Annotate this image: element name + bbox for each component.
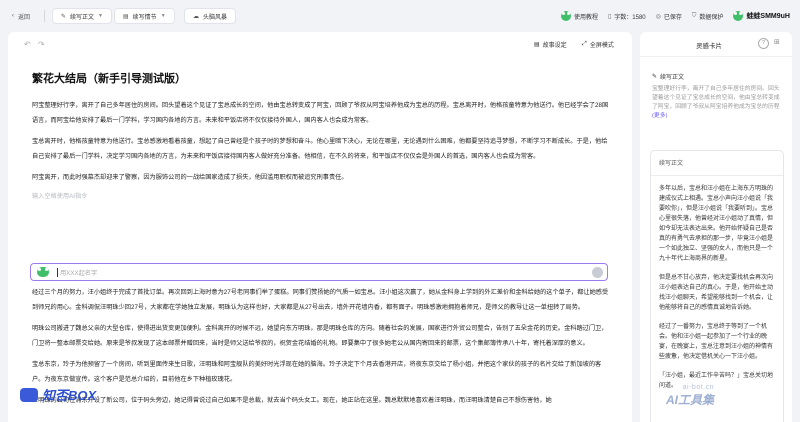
chevron-left-icon: ‹ xyxy=(12,13,14,19)
card-paragraph: 多年以后，宝总和汪小姐在上海东方明珠的建成仪式上相遇。宝总小声向汪小姐说「我要吹… xyxy=(659,186,774,262)
card-heading: ✎ 续写正文 xyxy=(652,72,784,81)
tutorial-link[interactable]: 使用教程 xyxy=(560,11,598,21)
panel-header: 灵感卡片 ? ⊞ xyxy=(640,32,792,56)
top-right-toolbar: 使用教程 ▯ 字数：1580 ◎ 已保存 ⛉ 数据保护 蛙蛙SMM9uH xyxy=(560,0,800,32)
document-title[interactable]: 繁花大结局（新手引导测试版） xyxy=(32,70,612,86)
help-icon[interactable]: ? xyxy=(758,38,769,49)
paragraph[interactable]: 经过三个月的努力，汪小姐终于完成了首批订单。再次回到上海时意为27号老同事们举了… xyxy=(32,285,612,315)
brainstorm-button[interactable]: ☁ 头脑风暴 xyxy=(184,8,237,24)
inspiration-panel: 灵感卡片 ? ⊞ ✎ 续写正文 宝整理好行李，离开了自己多年居住的房间。回头望着… xyxy=(640,32,792,422)
fullscreen-label: 全屏模式 xyxy=(589,43,614,49)
pen-icon: ✎ xyxy=(652,74,658,80)
ai-command-hint[interactable]: 输入空格使用AI指令 xyxy=(32,191,612,200)
save-status-label: 已保存 xyxy=(663,14,682,21)
more-link[interactable]: (更多) xyxy=(652,113,667,119)
box-logo-icon xyxy=(20,387,38,402)
watermark-right: ai-bot.cn AI工具集 xyxy=(666,384,714,408)
send-icon[interactable] xyxy=(592,267,603,278)
book-icon: ▤ xyxy=(123,13,129,20)
settings-doc-icon: ▤ xyxy=(534,42,540,48)
fullscreen-icon: ⤢ xyxy=(582,41,587,47)
editor-panel: ↶ ↷ ▤ 故事设定 ⤢ 全屏模式 繁花大结局（新手引导测试版） 阿宝整理好行李… xyxy=(8,32,632,422)
card-heading: 续写正文 xyxy=(659,161,684,167)
document-body[interactable]: 繁花大结局（新手引导测试版） 阿宝整理好行李，离开了自己多年居住的房间。回头望着… xyxy=(32,70,612,202)
watermark-left: 知否BOX xyxy=(20,385,96,404)
back-label: 返回 xyxy=(18,14,31,21)
mode-select[interactable]: ✎ 续写正文 ▼ xyxy=(52,8,112,24)
divider xyxy=(640,56,792,57)
avatar xyxy=(733,11,744,21)
word-count-label: 字数：1580 xyxy=(614,14,646,21)
inspiration-card[interactable]: ✎ 续写正文 宝整理好行李，离开了自己多年居住的房间。回头望着这个见证了宝总成长… xyxy=(652,72,784,121)
story-settings-label: 故事设定 xyxy=(542,43,567,49)
fullscreen-button[interactable]: ⤢ 全屏模式 xyxy=(582,40,614,49)
user-menu[interactable]: 蛙蛙SMM9uH xyxy=(733,11,800,21)
ai-command-placeholder: 用XXX起名字 xyxy=(57,267,97,277)
story-settings-button[interactable]: ▤ 故事设定 xyxy=(534,40,567,49)
word-count: ▯ 字数：1580 xyxy=(608,12,646,21)
watermark-left-text: 知否BOX xyxy=(42,388,97,403)
paragraph[interactable]: 明珠公司搬进了魏总父亲的大型仓库，使得进出货变更加便利。金科离开的时候不远，她望… xyxy=(32,321,612,351)
paragraph[interactable]: 阿宝整理好行李，离开了自己多年居住的房间。回头望着这个见证了宝总成长的空间，他由… xyxy=(32,98,612,128)
watermark-right-big: AI工具集 xyxy=(666,393,715,407)
grid-icon[interactable]: ⊞ xyxy=(774,38,780,46)
save-status: ◎ 已保存 xyxy=(656,12,682,21)
card-text: 宝整理好行李，离开了自己多年居住的房间。回头望着这个见证了宝总成长的空间，他由宝… xyxy=(652,85,784,121)
username: 蛙蛙SMM9uH xyxy=(746,13,790,20)
undo-icon[interactable]: ↶ xyxy=(24,40,31,49)
watermark-right-small: ai-bot.cn xyxy=(682,384,715,391)
redo-icon[interactable]: ↷ xyxy=(38,40,45,49)
paragraph[interactable]: 汪明珠的公司在浦东开设了新公司，位于码头旁边，她记得曾说过自己如果不是总裁，就去… xyxy=(32,393,612,408)
check-circle-icon: ◎ xyxy=(655,13,661,20)
tutorial-label: 使用教程 xyxy=(573,14,598,21)
card-text-body: 宝整理好行李，离开了自己多年居住的房间。回头望着这个见证了宝总成长的空间，他由宝… xyxy=(652,86,780,110)
brainstorm-label: 头脑风暴 xyxy=(203,14,228,21)
divider xyxy=(651,175,783,176)
panel-title: 灵感卡片 xyxy=(696,43,722,50)
mode-label: 续写正文 xyxy=(70,14,95,21)
frog-icon xyxy=(37,267,49,277)
chevron-down-icon: ▼ xyxy=(98,13,103,19)
plot-label: 续写情节 xyxy=(132,14,157,21)
privacy-label: 数据保护 xyxy=(699,14,724,21)
plot-select[interactable]: ▤ 续写情节 ▼ xyxy=(114,8,175,24)
card-heading-label: 续写正文 xyxy=(660,75,685,81)
frog-icon xyxy=(560,11,571,21)
card-paragraph: 经过了一番努力，宝总终于等到了一个机会。他和汪小姐一起参加了一个行业的晚宴，在晚… xyxy=(659,324,774,360)
back-button[interactable]: ‹ 返回 xyxy=(8,8,34,24)
paragraph[interactable]: 宝总离开时，他格孩童特意为他送行。宝总感激地看着孩童，想起了自己曾经是个孩子时的… xyxy=(32,134,612,164)
paragraph[interactable]: 阿宝离开，而此时强慕杰却迎来了警察，因为服饰公司的一战给国家造成了损失，他因滥用… xyxy=(32,170,612,185)
paragraph[interactable]: 宝总东京，玲子为他预留了一个房间，听到里面传来生日歌，汪明珠和阿宝舰队的美好时光… xyxy=(32,357,612,387)
ai-command-input[interactable]: 用XXX起名字 xyxy=(30,263,608,281)
privacy-button[interactable]: ⛉ 数据保护 xyxy=(692,12,724,21)
doc-icon: ▯ xyxy=(607,13,612,20)
chevron-down-icon: ▼ xyxy=(160,13,166,19)
pen-icon: ✎ xyxy=(61,13,67,20)
editor-toolbar: ↶ ↷ ▤ 故事设定 ⤢ 全屏模式 xyxy=(8,32,632,56)
document-body-continued[interactable]: 经过三个月的努力，汪小姐终于完成了首批订单。再次回到上海时意为27号老同事们举了… xyxy=(32,285,612,414)
divider xyxy=(44,10,45,22)
card-paragraph: 但是总不甘心放弃，他决定要找机会再次向汪小姐表达自己的真心。于是，他开始主动找汪… xyxy=(659,275,774,311)
shield-icon: ⛉ xyxy=(691,12,697,19)
top-bar: ‹ 返回 ✎ 续写正文 ▼ ▤ 续写情节 ▼ ☁ 头脑风暴 使用教程 ▯ 字数：… xyxy=(0,0,800,32)
inspiration-card-expanded[interactable]: 续写正文 多年以后，宝总和汪小姐在上海东方明珠的建成仪式上相遇。宝总小声向汪小姐… xyxy=(650,150,784,422)
cloud-icon: ☁ xyxy=(193,13,199,20)
